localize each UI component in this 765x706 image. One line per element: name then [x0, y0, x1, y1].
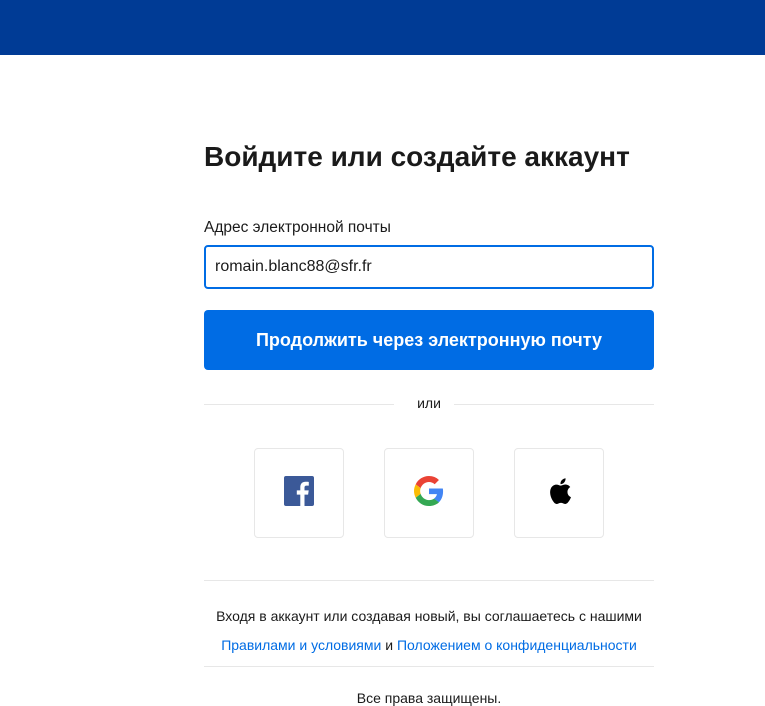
- google-login-button[interactable]: [384, 448, 474, 538]
- apple-login-button[interactable]: [514, 448, 604, 538]
- facebook-icon: [284, 475, 314, 511]
- top-header-bar: [0, 0, 765, 55]
- email-label: Адрес электронной почты: [204, 219, 391, 236]
- separator-bottom: [204, 666, 654, 667]
- terms-conjunction: и: [385, 637, 394, 653]
- terms-prefix: Входя в аккаунт или создавая новый, вы с…: [216, 608, 642, 624]
- google-icon: [414, 475, 444, 511]
- or-divider: или: [204, 394, 654, 414]
- terms-link[interactable]: Правилами и условиями: [221, 637, 381, 653]
- copyright-text: Все права защищены.: [356, 690, 502, 706]
- facebook-login-button[interactable]: [254, 448, 344, 538]
- terms-notice: Входя в аккаунт или создавая новый, вы с…: [204, 602, 654, 660]
- social-login-row: [254, 448, 604, 538]
- page-title: Войдите или создайте аккаунт: [204, 141, 630, 172]
- email-field[interactable]: [204, 245, 654, 289]
- continue-with-email-button[interactable]: Продолжить через электронную почту: [204, 310, 654, 370]
- separator-top: [204, 580, 654, 581]
- divider-line-right: [454, 404, 654, 405]
- privacy-link[interactable]: Положением о конфиденциальности: [397, 637, 637, 653]
- divider-text: или: [417, 395, 441, 411]
- apple-icon: [546, 476, 572, 511]
